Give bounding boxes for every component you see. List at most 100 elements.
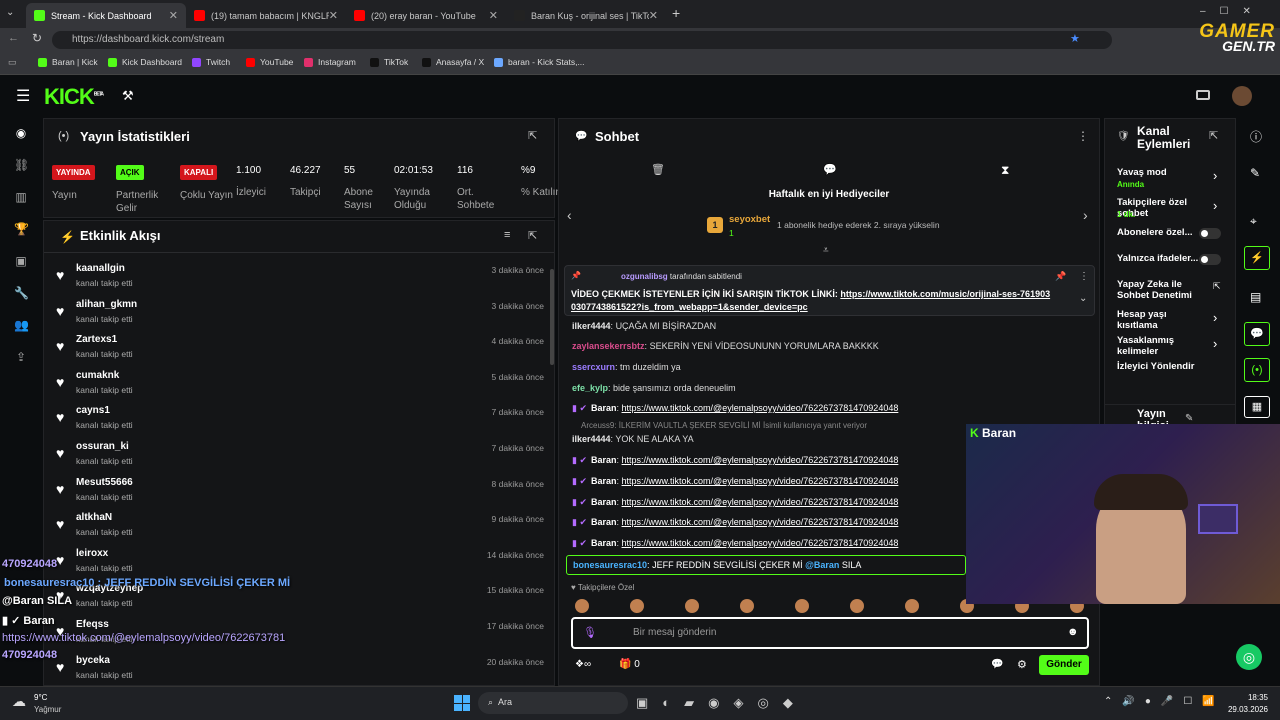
action-label[interactable]: İzleyici Yönlendir: [1117, 361, 1227, 372]
chat-link[interactable]: https://www.tiktok.com/@eylemalpsoyy/vid…: [622, 403, 899, 413]
next-arrow-icon[interactable]: ›: [1083, 207, 1088, 223]
bookmark-item[interactable]: Kick Dashboard: [108, 57, 182, 67]
event-user[interactable]: altkhaN: [76, 512, 112, 523]
event-user[interactable]: Mesut55666: [76, 477, 133, 488]
upload-icon[interactable]: ⇪: [14, 350, 28, 364]
popout-icon[interactable]: ⇱: [1209, 129, 1218, 142]
back-icon[interactable]: ←: [8, 32, 19, 44]
link-icon[interactable]: ⛓: [14, 158, 29, 172]
action-label[interactable]: Yasaklanmış kelimeler: [1117, 335, 1209, 357]
broadcast-button-icon[interactable]: (•): [1244, 358, 1270, 382]
bookmark-item[interactable]: TikTok: [370, 57, 408, 67]
chat-link[interactable]: https://www.tiktok.com/@eylemalpsoyy/vid…: [622, 517, 899, 527]
temperature[interactable]: 9°C: [34, 693, 47, 702]
event-user[interactable]: cumaknk: [76, 370, 119, 381]
emote-icon[interactable]: [575, 599, 589, 613]
chat-link[interactable]: https://www.tiktok.com/@eylemalpsoyy/vid…: [622, 455, 899, 465]
list-item[interactable]: ♥ ossuran_ki kanalı takip etti 7 dakika önc…: [54, 439, 544, 475]
chat-message[interactable]: ssercxurn: tm duzeldim ya: [572, 362, 681, 372]
weather-text[interactable]: Yağmur: [34, 705, 61, 714]
action-label[interactable]: Abonelere özel...: [1117, 227, 1209, 238]
chat-message[interactable]: ▮ ✔ Baran: https://www.tiktok.com/@eylema…: [572, 538, 898, 549]
chat-message[interactable]: efe_kylp: bide şansımızı orda deneuelim: [572, 383, 736, 393]
star-icon[interactable]: ★: [1070, 32, 1080, 45]
chat-link[interactable]: https://www.tiktok.com/@eylemalpsoyy/vid…: [622, 538, 899, 548]
emote-icon[interactable]: [795, 599, 809, 613]
pencil-icon[interactable]: ✎: [1185, 413, 1193, 424]
windows-start-icon[interactable]: [454, 695, 470, 711]
taskbar-search[interactable]: ⌕ Ara: [478, 692, 628, 714]
bookmark-item[interactable]: YouTube: [246, 57, 293, 67]
browser-tab[interactable]: (19) tamam babacım | KNGLRP - Y✕: [186, 3, 346, 28]
menu-icon[interactable]: ☰: [16, 86, 30, 106]
taskbar-apps[interactable]: ▣◐▰◉◈◎◆: [636, 695, 807, 711]
bookmark-item[interactable]: Anasayfa / X: [422, 57, 484, 67]
list-item[interactable]: ♥ kaanallgin kanalı takip etti 3 dakika önc…: [54, 261, 544, 297]
chat-message[interactable]: ▮ ✔ Baran: https://www.tiktok.com/@eylema…: [572, 476, 898, 487]
chat-button-icon[interactable]: 💬: [1244, 322, 1270, 346]
trash-icon[interactable]: 🗑: [651, 163, 665, 176]
chat-message[interactable]: zaylansekerrsbtz: SEKERİN YENİ VİDEOSUNU…: [572, 341, 879, 351]
bookmark-item[interactable]: baran - Kick Stats,...: [494, 57, 585, 67]
event-user[interactable]: byceka: [76, 655, 110, 666]
chat-username[interactable]: Baran: [591, 476, 617, 486]
toggle-switch[interactable]: [1199, 228, 1221, 239]
close-icon[interactable]: ✕: [649, 9, 658, 22]
users-icon[interactable]: 👥: [14, 318, 29, 332]
tab-list-icon[interactable]: ⌄: [6, 7, 14, 18]
chevron-right-icon[interactable]: ›: [1213, 168, 1217, 183]
event-user[interactable]: leiroxx: [76, 548, 108, 559]
chat-message[interactable]: ▮ ✔ Baran: https://www.tiktok.com/@eylema…: [572, 403, 898, 414]
url-input[interactable]: https://dashboard.kick.com/stream: [52, 31, 1112, 49]
list-item[interactable]: ♥ alihan_gkmn kanalı takip etti 3 dakika ön…: [54, 297, 544, 333]
bolt-button-icon[interactable]: ⚡: [1244, 246, 1270, 270]
chat-username[interactable]: zaylansekerrsbtz: [572, 341, 645, 351]
points-icon[interactable]: ❖∞: [575, 659, 591, 670]
event-user[interactable]: kaanallgin: [76, 263, 125, 274]
send-button[interactable]: Gönder: [1039, 655, 1089, 675]
chevron-right-icon[interactable]: ›: [1213, 198, 1217, 213]
list-item[interactable]: ♥ Zartexs1 kanalı takip etti 4 dakika önce: [54, 332, 544, 368]
browser-tab[interactable]: (20) eray baran - YouTube ✕: [346, 3, 506, 28]
close-icon[interactable]: ✕: [329, 9, 338, 22]
chat-username[interactable]: Baran: [591, 455, 617, 465]
top-gifter-name[interactable]: seyoxbet: [729, 214, 770, 225]
new-tab-button[interactable]: +: [672, 5, 680, 21]
action-label[interactable]: Yavaş mod: [1117, 167, 1209, 178]
chat-message[interactable]: ▮ ✔ Baran: https://www.tiktok.com/@eylema…: [572, 517, 898, 528]
chevron-right-icon[interactable]: ›: [1213, 336, 1217, 351]
action-label[interactable]: Yapay Zeka ile Sohbet Denetimi: [1117, 279, 1209, 301]
list-item[interactable]: ♥ byceka kanalı takip etti 20 dakika önce: [54, 653, 544, 689]
gear-icon[interactable]: ⚙: [1017, 658, 1027, 671]
chat-username[interactable]: ilker4444: [572, 321, 611, 331]
popout-icon[interactable]: ⇱: [528, 229, 537, 242]
chart-icon[interactable]: ▥: [14, 190, 28, 204]
chat-username[interactable]: Baran: [591, 497, 617, 507]
edit-icon[interactable]: ✎: [1250, 166, 1260, 180]
more-icon[interactable]: ⋮: [1077, 129, 1089, 143]
focus-icon[interactable]: ⌖: [1250, 214, 1257, 229]
tab-search-icon[interactable]: ▭: [8, 57, 17, 68]
scrollbar[interactable]: [550, 269, 554, 365]
list-item[interactable]: ♥ cumaknk kanalı takip etti 5 dakika önce: [54, 368, 544, 404]
chat-username[interactable]: Baran: [591, 517, 617, 527]
chat-username[interactable]: Baran: [591, 538, 617, 548]
toggle-switch[interactable]: [1199, 254, 1221, 265]
action-label[interactable]: Hesap yaşı kısıtlama: [1117, 309, 1209, 331]
kick-logo[interactable]: KICKBETA: [44, 84, 104, 110]
emote-icon[interactable]: [905, 599, 919, 613]
filter-icon[interactable]: ≡: [504, 229, 510, 241]
document-icon[interactable]: ▤: [1250, 290, 1261, 304]
chevron-right-icon[interactable]: ›: [1213, 310, 1217, 325]
chat-input[interactable]: 🎙 Bir mesaj gönderin ☻: [571, 617, 1089, 649]
list-item[interactable]: ♥ cayns1 kanalı takip etti 7 dakika önce: [54, 403, 544, 439]
chat-username[interactable]: ilker4444: [572, 434, 611, 444]
window-controls[interactable]: –☐✕: [1200, 6, 1265, 17]
trophy-icon[interactable]: 🏆: [14, 222, 29, 236]
event-user[interactable]: Zartexs1: [76, 334, 117, 345]
stream-preview-icon[interactable]: [1196, 90, 1210, 100]
chat-message[interactable]: ▮ ✔ Baran: https://www.tiktok.com/@eylema…: [572, 455, 898, 466]
emoji-icon[interactable]: ☻: [1067, 626, 1079, 638]
wrench-icon[interactable]: 🔧: [14, 286, 29, 300]
event-user[interactable]: ossuran_ki: [76, 441, 129, 452]
